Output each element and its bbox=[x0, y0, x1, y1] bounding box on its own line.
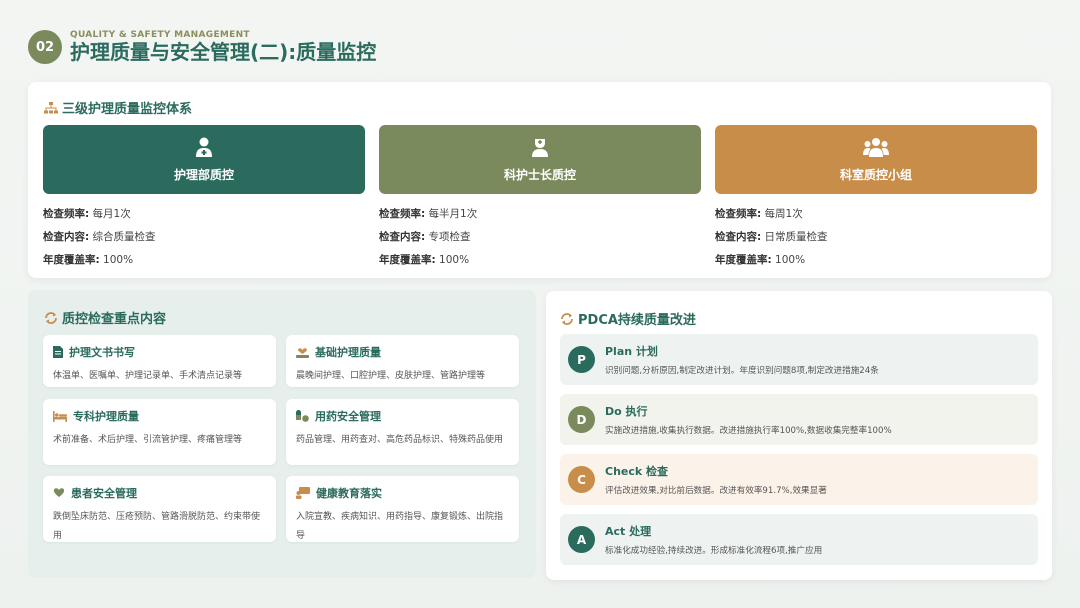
bed-icon bbox=[53, 410, 67, 422]
key-point-item: 患者安全管理 跌倒坠床防范、压疮预防、管路滑脱防范、约束带使用 bbox=[43, 476, 276, 542]
pdca-step-do: D Do 执行 实施改进措施,收集执行数据。改进措施执行率100%,数据收集完整… bbox=[560, 394, 1038, 445]
pdca-step-plan: P Plan 计划 识别问题,分析原因,制定改进计划。年度识别问题8项,制定改进… bbox=[560, 334, 1038, 385]
coverage-label: 年度覆盖率: bbox=[379, 254, 436, 266]
coverage-value: 100% bbox=[439, 254, 470, 266]
section-number-badge: 02 bbox=[28, 30, 62, 64]
pdca-step-name: Plan 计划 bbox=[605, 345, 658, 358]
level-name: 科护士长质控 bbox=[503, 168, 576, 182]
freq-value: 每月1次 bbox=[92, 208, 131, 220]
pills-icon bbox=[296, 410, 309, 422]
key-point-item: 专科护理质量 术前准备、术后护理、引流管护理、疼痛管理等 bbox=[43, 399, 276, 465]
freq-value: 每周1次 bbox=[764, 208, 803, 220]
pdca-letter: C bbox=[568, 466, 595, 493]
pdca-letter: A bbox=[568, 526, 595, 553]
freq-label: 检查频率: bbox=[715, 208, 762, 220]
level-card-head-nurse: 科护士长质控 检查频率: 每半月1次 检查内容: 专项检查 年度覆盖率: 100… bbox=[379, 125, 701, 272]
pdca-step-desc: 识别问题,分析原因,制定改进计划。年度识别问题8项,制定改进措施24条 bbox=[605, 366, 879, 376]
teaching-icon bbox=[296, 487, 310, 499]
content-value: 综合质量检查 bbox=[92, 231, 156, 243]
level-info: 检查频率: 每月1次 检查内容: 综合质量检查 年度覆盖率: 100% bbox=[43, 203, 365, 272]
key-point-desc: 跌倒坠床防范、压疮预防、管路滑脱防范、约束带使用 bbox=[53, 512, 261, 541]
key-point-desc: 药品管理、用药查对、高危药品标识、特殊药品使用 bbox=[296, 435, 504, 445]
refresh-icon bbox=[560, 312, 574, 326]
heart-shield-icon bbox=[53, 487, 65, 499]
title-block: QUALITY & SAFETY MANAGEMENT 护理质量与安全管理(二)… bbox=[70, 30, 376, 64]
monitoring-title-text: 三级护理质量监控体系 bbox=[62, 102, 193, 117]
coverage-value: 100% bbox=[775, 254, 806, 266]
pdca-step-name: Check 检查 bbox=[605, 465, 669, 478]
hierarchy-icon bbox=[44, 101, 58, 114]
key-points-section-title: 质控检查重点内容 bbox=[44, 308, 166, 327]
key-point-desc: 入院宣教、疾病知识、用药指导、康复锻炼、出院指导 bbox=[296, 512, 504, 541]
key-point-desc: 晨晚间护理、口腔护理、皮肤护理、管路护理等 bbox=[296, 371, 486, 381]
key-point-item: 基础护理质量 晨晚间护理、口腔护理、皮肤护理、管路护理等 bbox=[286, 335, 519, 387]
freq-label: 检查频率: bbox=[43, 208, 90, 220]
level-name: 护理部质控 bbox=[173, 168, 234, 182]
pdca-title-text: PDCA持续质量改进 bbox=[578, 313, 696, 328]
coverage-label: 年度覆盖率: bbox=[715, 254, 772, 266]
key-point-title: 健康教育落实 bbox=[316, 487, 382, 500]
key-point-item: 用药安全管理 药品管理、用药查对、高危药品标识、特殊药品使用 bbox=[286, 399, 519, 465]
key-points-card: 质控检查重点内容 护理文书书写 体温单、医嘱单、护理记录单、手术清点记录等 基础… bbox=[28, 290, 536, 578]
level-info: 检查频率: 每半月1次 检查内容: 专项检查 年度覆盖率: 100% bbox=[379, 203, 701, 272]
coverage-label: 年度覆盖率: bbox=[43, 254, 100, 266]
key-point-title: 专科护理质量 bbox=[73, 410, 139, 423]
nurse-icon bbox=[531, 136, 549, 158]
key-point-title: 用药安全管理 bbox=[315, 410, 381, 423]
refresh-icon bbox=[44, 311, 58, 325]
care-icon bbox=[296, 346, 309, 358]
pdca-card: PDCA持续质量改进 P Plan 计划 识别问题,分析原因,制定改进计划。年度… bbox=[546, 291, 1052, 580]
freq-value: 每半月1次 bbox=[428, 208, 478, 220]
level-name: 科室质控小组 bbox=[839, 168, 912, 182]
pdca-step-act: A Act 处理 标准化成功经验,持续改进。形成标准化流程6项,推广应用 bbox=[560, 514, 1038, 565]
slide-subtitle: QUALITY & SAFETY MANAGEMENT bbox=[70, 30, 250, 40]
group-icon bbox=[863, 136, 889, 158]
key-point-desc: 术前准备、术后护理、引流管护理、疼痛管理等 bbox=[53, 435, 243, 445]
document-icon bbox=[53, 346, 63, 358]
slide-title: 护理质量与安全管理(二):质量监控 bbox=[70, 40, 377, 64]
key-point-title: 患者安全管理 bbox=[71, 487, 137, 500]
content-value: 日常质量检查 bbox=[764, 231, 828, 243]
content-label: 检查内容: bbox=[43, 231, 90, 243]
pdca-step-name: Act 处理 bbox=[605, 525, 652, 538]
key-points-title-text: 质控检查重点内容 bbox=[62, 312, 167, 327]
monitoring-system-card: 三级护理质量监控体系 护理部质控 检查频率: 每月1次 检查内容: 综合质量检查… bbox=[28, 82, 1051, 278]
level-box: 科室质控小组 bbox=[715, 125, 1037, 194]
slide-header: 02 QUALITY & SAFETY MANAGEMENT 护理质量与安全管理… bbox=[28, 30, 376, 64]
key-point-title: 护理文书书写 bbox=[69, 346, 135, 359]
content-value: 专项检查 bbox=[428, 231, 471, 243]
level-box: 科护士长质控 bbox=[379, 125, 701, 194]
level-card-dept-group: 科室质控小组 检查频率: 每周1次 检查内容: 日常质量检查 年度覆盖率: 10… bbox=[715, 125, 1037, 272]
key-point-item: 护理文书书写 体温单、医嘱单、护理记录单、手术清点记录等 bbox=[43, 335, 276, 387]
monitoring-section-title: 三级护理质量监控体系 bbox=[44, 98, 192, 117]
pdca-step-name: Do 执行 bbox=[605, 405, 648, 418]
pdca-step-desc: 评估改进效果,对比前后数据。改进有效率91.7%,效果显著 bbox=[605, 486, 827, 496]
level-box: 护理部质控 bbox=[43, 125, 365, 194]
coverage-value: 100% bbox=[103, 254, 134, 266]
pdca-letter: D bbox=[568, 406, 595, 433]
key-point-desc: 体温单、医嘱单、护理记录单、手术清点记录等 bbox=[53, 371, 243, 381]
doctor-icon bbox=[195, 136, 213, 158]
key-point-title: 基础护理质量 bbox=[315, 346, 381, 359]
level-info: 检查频率: 每周1次 检查内容: 日常质量检查 年度覆盖率: 100% bbox=[715, 203, 1037, 272]
freq-label: 检查频率: bbox=[379, 208, 426, 220]
pdca-step-desc: 实施改进措施,收集执行数据。改进措施执行率100%,数据收集完整率100% bbox=[605, 426, 892, 436]
pdca-step-check: C Check 检查 评估改进效果,对比前后数据。改进有效率91.7%,效果显著 bbox=[560, 454, 1038, 505]
pdca-letter: P bbox=[568, 346, 595, 373]
pdca-step-desc: 标准化成功经验,持续改进。形成标准化流程6项,推广应用 bbox=[605, 546, 823, 556]
content-label: 检查内容: bbox=[379, 231, 426, 243]
key-point-item: 健康教育落实 入院宣教、疾病知识、用药指导、康复锻炼、出院指导 bbox=[286, 476, 519, 542]
content-label: 检查内容: bbox=[715, 231, 762, 243]
level-card-nursing-dept: 护理部质控 检查频率: 每月1次 检查内容: 综合质量检查 年度覆盖率: 100… bbox=[43, 125, 365, 272]
pdca-section-title: PDCA持续质量改进 bbox=[560, 309, 696, 328]
